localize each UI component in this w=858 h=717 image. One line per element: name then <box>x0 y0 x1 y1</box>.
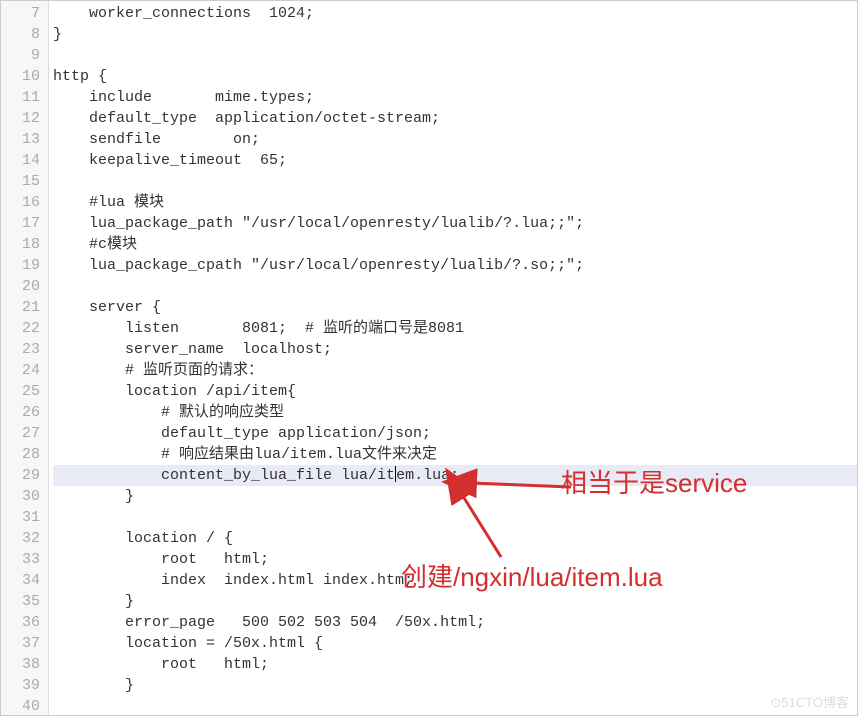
code-line[interactable]: error_page 500 502 503 504 /50x.html; <box>53 612 857 633</box>
line-number: 17 <box>3 213 40 234</box>
line-number: 27 <box>3 423 40 444</box>
code-line[interactable]: listen 8081; # 监听的端口号是8081 <box>53 318 857 339</box>
code-line[interactable]: server_name localhost; <box>53 339 857 360</box>
code-line[interactable]: include mime.types; <box>53 87 857 108</box>
code-line[interactable]: server { <box>53 297 857 318</box>
line-number: 19 <box>3 255 40 276</box>
line-number: 40 <box>3 696 40 717</box>
code-line[interactable]: # 响应结果由lua/item.lua文件来决定 <box>53 444 857 465</box>
code-line[interactable] <box>53 45 857 66</box>
line-gutter: 7891011121314151617181920212223242526272… <box>1 1 49 715</box>
code-line[interactable] <box>53 276 857 297</box>
line-number: 9 <box>3 45 40 66</box>
code-line[interactable]: # 默认的响应类型 <box>53 402 857 423</box>
code-line[interactable]: http { <box>53 66 857 87</box>
line-number: 36 <box>3 612 40 633</box>
line-number: 13 <box>3 129 40 150</box>
line-number: 30 <box>3 486 40 507</box>
line-number: 31 <box>3 507 40 528</box>
line-number: 33 <box>3 549 40 570</box>
line-number: 8 <box>3 24 40 45</box>
code-line[interactable]: sendfile on; <box>53 129 857 150</box>
line-number: 26 <box>3 402 40 423</box>
code-line[interactable]: location / { <box>53 528 857 549</box>
code-line[interactable]: keepalive_timeout 65; <box>53 150 857 171</box>
line-number: 15 <box>3 171 40 192</box>
code-line[interactable]: default_type application/octet-stream; <box>53 108 857 129</box>
line-number: 22 <box>3 318 40 339</box>
code-line[interactable]: #lua 模块 <box>53 192 857 213</box>
code-line[interactable] <box>53 171 857 192</box>
code-line[interactable]: } <box>53 24 857 45</box>
text-cursor <box>395 466 396 482</box>
line-number: 29 <box>3 465 40 486</box>
line-number: 18 <box>3 234 40 255</box>
code-line[interactable]: #c模块 <box>53 234 857 255</box>
code-line[interactable]: default_type application/json; <box>53 423 857 444</box>
line-number: 11 <box>3 87 40 108</box>
code-line[interactable]: # 监听页面的请求： <box>53 360 857 381</box>
line-number: 28 <box>3 444 40 465</box>
line-number: 24 <box>3 360 40 381</box>
code-line[interactable]: worker_connections 1024; <box>53 3 857 24</box>
line-number: 7 <box>3 3 40 24</box>
line-number: 25 <box>3 381 40 402</box>
line-number: 14 <box>3 150 40 171</box>
line-number: 16 <box>3 192 40 213</box>
code-line[interactable]: root html; <box>53 549 857 570</box>
code-line[interactable]: root html; <box>53 654 857 675</box>
code-line[interactable]: } <box>53 675 857 696</box>
code-line[interactable]: location = /50x.html { <box>53 633 857 654</box>
line-number: 10 <box>3 66 40 87</box>
line-number: 37 <box>3 633 40 654</box>
line-number: 32 <box>3 528 40 549</box>
code-line[interactable]: lua_package_cpath "/usr/local/openresty/… <box>53 255 857 276</box>
code-line[interactable]: } <box>53 486 857 507</box>
code-editor[interactable]: 7891011121314151617181920212223242526272… <box>1 1 857 715</box>
code-line[interactable] <box>53 696 857 717</box>
line-number: 23 <box>3 339 40 360</box>
code-area[interactable]: worker_connections 1024;} http { include … <box>49 1 857 715</box>
line-number: 39 <box>3 675 40 696</box>
code-line[interactable]: index index.html index.htm; <box>53 570 857 591</box>
watermark: ⊙51CTO博客 <box>770 692 849 711</box>
line-number: 21 <box>3 297 40 318</box>
code-line[interactable]: lua_package_path "/usr/local/openresty/l… <box>53 213 857 234</box>
line-number: 35 <box>3 591 40 612</box>
line-number: 38 <box>3 654 40 675</box>
line-number: 34 <box>3 570 40 591</box>
code-line[interactable] <box>53 507 857 528</box>
line-number: 20 <box>3 276 40 297</box>
code-line[interactable]: } <box>53 591 857 612</box>
line-number: 12 <box>3 108 40 129</box>
code-line[interactable]: location /api/item{ <box>53 381 857 402</box>
code-line[interactable]: content_by_lua_file lua/item.lua; <box>53 465 857 486</box>
